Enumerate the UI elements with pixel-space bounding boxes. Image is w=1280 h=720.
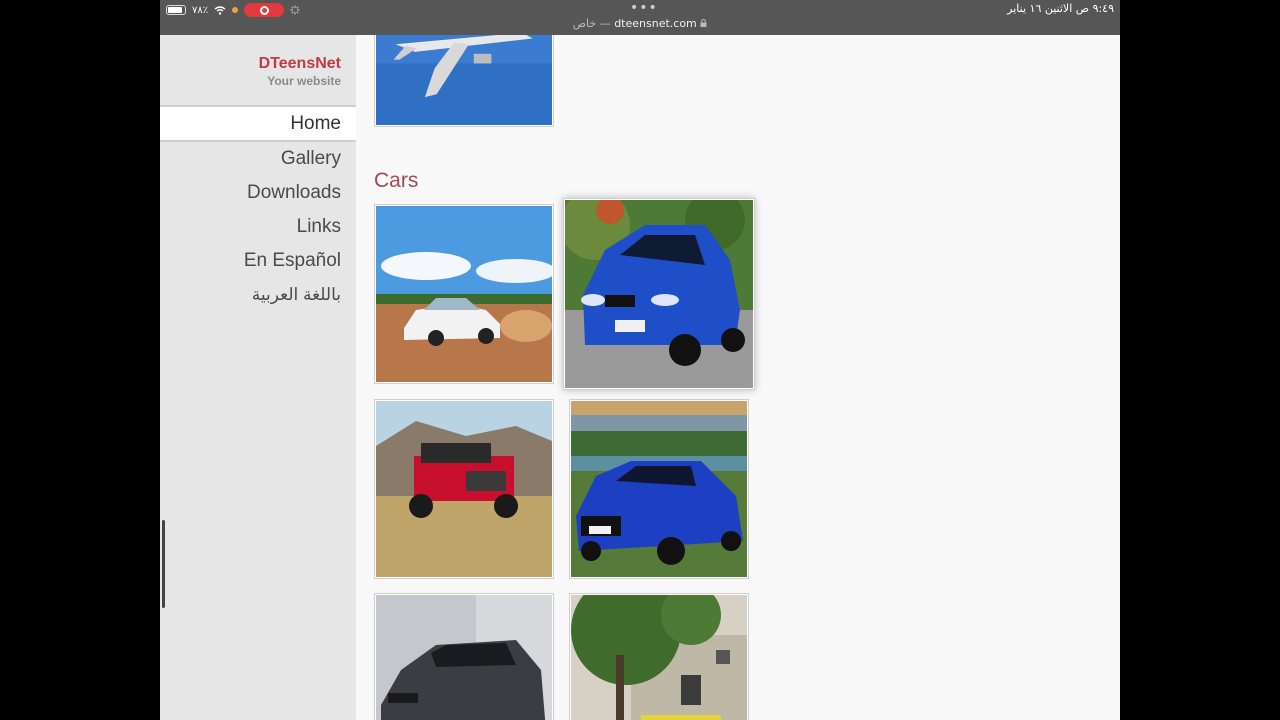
multitasking-dots[interactable]: ••• [630,0,658,16]
wifi-icon [214,5,226,15]
airplane-photo[interactable] [374,35,554,127]
private-label: خاص — [572,17,611,30]
blue-bmw-photo[interactable] [563,198,755,390]
site-logo[interactable]: DTeensNet Your website [160,35,356,105]
site-tagline: Your website [267,74,341,88]
nav-spanish[interactable]: En Español [160,244,356,278]
lock-icon [700,19,707,27]
section-title-cars: Cars [374,169,419,192]
red-jeep-photo[interactable] [374,399,554,579]
nav-links[interactable]: Links [160,210,356,244]
status-left: ٧٨٪ [166,3,300,17]
nav-arabic[interactable]: باللغة العربية [160,278,356,312]
battery-level: ٧٨٪ [192,4,209,16]
tree-house-photo[interactable] [569,593,749,720]
screen-recording-icon[interactable] [244,3,285,17]
scroll-indicator[interactable] [162,520,165,608]
battery-icon [166,5,186,15]
site-title: DTeensNet [258,55,341,72]
blue-audi-photo[interactable] [569,399,749,579]
loading-icon [290,5,300,15]
nav-gallery[interactable]: Gallery [160,142,356,176]
nav-downloads[interactable]: Downloads [160,176,356,210]
grey-ford-photo[interactable] [374,593,554,720]
main-content: Cars [356,35,1120,720]
address-bar[interactable]: خاص — dteensnet.com [160,17,1120,30]
sidebar: DTeensNet Your website Home Gallery Down… [160,35,356,720]
white-bmw-photo[interactable] [374,204,554,384]
url-text: dteensnet.com [614,17,697,30]
nav-home[interactable]: Home [160,105,356,142]
privacy-indicator-icon [232,7,239,13]
status-bar: ٧٨٪ ••• خاص — dteensnet.com ٩:٤٩ ص الاثن… [160,0,1120,35]
clock-date: ٩:٤٩ ص الاثنين ١٦ يناير [1007,2,1114,15]
